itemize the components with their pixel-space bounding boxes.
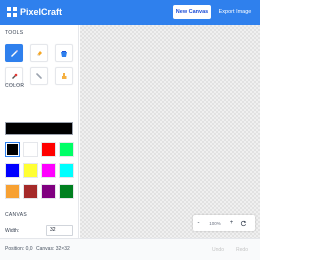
swatch-purple[interactable] <box>41 184 56 199</box>
app-logo-icon <box>7 7 17 17</box>
sidebar: TOOLS COLOR CANVAS Width: 32 <box>0 25 79 260</box>
swatch-red[interactable] <box>41 142 56 157</box>
eraser-tool-button[interactable] <box>30 44 48 62</box>
new-canvas-button[interactable]: New Canvas <box>173 5 211 19</box>
top-bar: PixelCraft New Canvas Export Image <box>0 0 260 25</box>
redo-button[interactable]: Redo <box>232 243 252 256</box>
width-input[interactable]: 32 <box>46 225 73 236</box>
swatch-cyan[interactable] <box>59 163 74 178</box>
undo-button[interactable]: Undo <box>208 243 228 256</box>
eraser-icon <box>37 51 42 56</box>
line-tool-button[interactable] <box>30 67 48 85</box>
reset-icon <box>240 220 247 226</box>
zoom-out-button[interactable]: - <box>193 216 204 230</box>
export-image-button[interactable]: Export Image <box>215 5 255 19</box>
swatch-yellow[interactable] <box>23 163 38 178</box>
zoom-controls: - 100% + <box>193 215 255 231</box>
swatch-white[interactable] <box>23 142 38 157</box>
current-color-preview <box>5 122 73 135</box>
swatch-brown[interactable] <box>23 184 38 199</box>
reset-view-button[interactable] <box>237 216 250 230</box>
swatch-black[interactable] <box>5 142 20 157</box>
cursor-position: Position: 0,0 <box>5 246 33 252</box>
width-label: Width: <box>5 228 20 234</box>
pointer-tool-button[interactable] <box>55 67 73 85</box>
line-icon <box>36 73 42 79</box>
swatch-green[interactable] <box>59 142 74 157</box>
swatch-dark-green[interactable] <box>59 184 74 199</box>
tools-section-title: TOOLS <box>5 30 24 36</box>
fill-bucket-icon <box>61 51 67 57</box>
zoom-in-button[interactable]: + <box>226 216 237 230</box>
zoom-level: 100% <box>209 220 221 226</box>
fill-bucket-tool-button[interactable] <box>55 44 73 62</box>
swatch-orange[interactable] <box>5 184 20 199</box>
color-picker-icon <box>12 73 18 79</box>
canvas-section-title: CANVAS <box>5 212 27 218</box>
hand-pointer-icon <box>62 73 67 79</box>
swatch-magenta[interactable] <box>41 163 56 178</box>
app-title: PixelCraft <box>20 7 63 17</box>
status-bar: Position: 0,0 Canvas: 32×32 Undo Redo <box>0 238 260 260</box>
swatch-blue[interactable] <box>5 163 20 178</box>
color-section-title: COLOR <box>5 83 25 89</box>
canvas-size-status: Canvas: 32×32 <box>36 246 70 252</box>
pencil-icon <box>11 50 18 57</box>
pencil-tool-button[interactable] <box>5 44 23 62</box>
